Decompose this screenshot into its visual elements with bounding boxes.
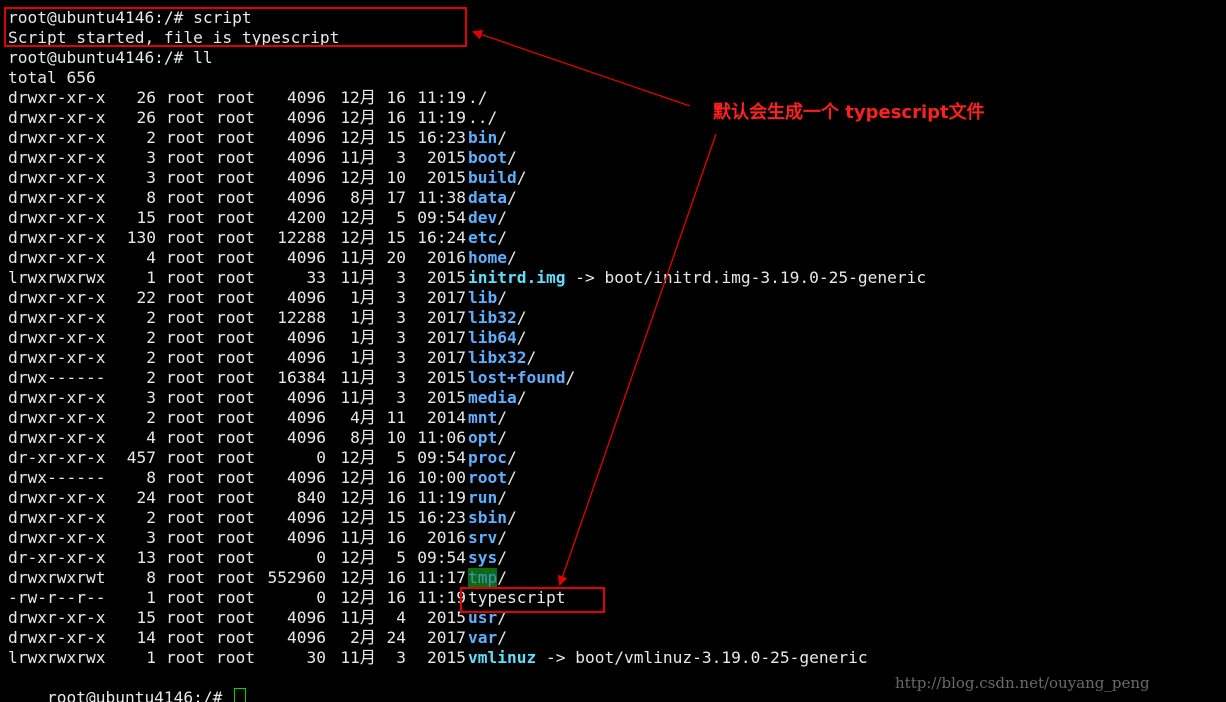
arrow-to-typescript-file (557, 133, 717, 586)
annotation-label: 默认会生成一个 typescript文件 (713, 102, 985, 123)
annotation-arrows (472, 29, 717, 586)
watermark-url: http://blog.csdn.net/ouyang_peng (895, 674, 1150, 692)
arrow-to-script-command (472, 29, 691, 107)
